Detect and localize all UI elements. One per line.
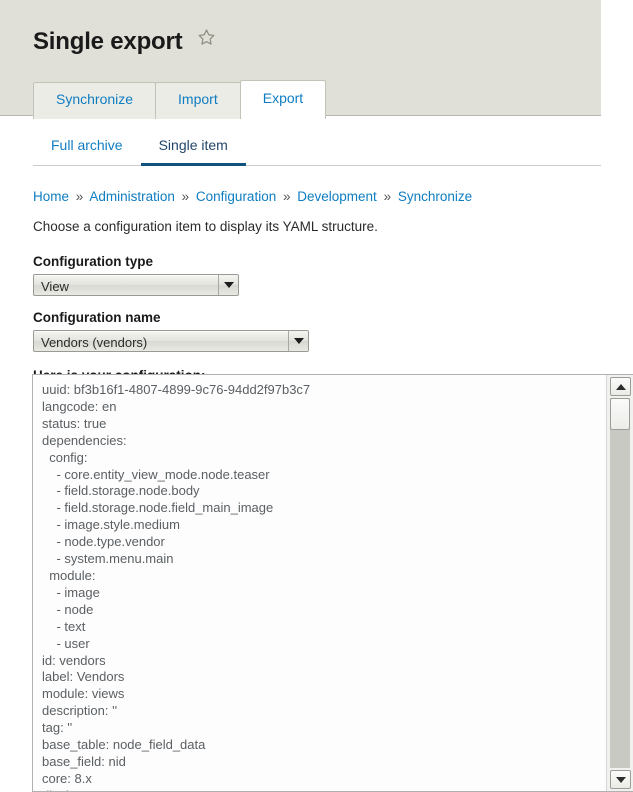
yaml-textarea[interactable]: uuid: bf3b16f1-4807-4899-9c76-94dd2f97b3…: [33, 375, 606, 791]
yaml-textarea-wrapper: uuid: bf3b16f1-4807-4899-9c76-94dd2f97b3…: [32, 374, 633, 792]
breadcrumb-item-development[interactable]: Development: [297, 189, 377, 204]
secondary-tab-bar: Full archive Single item: [33, 133, 601, 166]
intro-text: Choose a configuration item to display i…: [33, 219, 378, 234]
config-type-label: Configuration type: [33, 254, 153, 269]
scrollbar-track[interactable]: [610, 398, 630, 768]
page-title-text: Single export: [33, 28, 183, 55]
scrollbar-thumb[interactable]: [610, 398, 630, 430]
main-content: Home » Administration » Configuration » …: [33, 188, 603, 389]
tab-export[interactable]: Export: [239, 80, 327, 119]
breadcrumb-item-configuration[interactable]: Configuration: [196, 189, 276, 204]
breadcrumb-separator: »: [75, 189, 84, 204]
config-name-label: Configuration name: [33, 310, 161, 325]
tab-import[interactable]: Import: [155, 82, 241, 119]
breadcrumb-separator: »: [282, 189, 291, 204]
tab-full-archive[interactable]: Full archive: [33, 133, 141, 166]
page-title: Single export: [33, 28, 216, 56]
breadcrumb-separator: »: [181, 189, 190, 204]
config-name-value: Vendors (vendors): [41, 335, 148, 350]
config-name-field-group: Configuration name Vendors (vendors): [33, 310, 603, 352]
breadcrumb-separator: »: [383, 189, 392, 204]
tab-synchronize[interactable]: Synchronize: [33, 82, 157, 119]
scroll-down-arrow-icon[interactable]: [610, 770, 631, 789]
star-outline-icon[interactable]: [197, 28, 216, 52]
yaml-scrollbar[interactable]: [606, 375, 633, 791]
primary-tab-bar: Synchronize Import Export: [33, 80, 327, 119]
chevron-down-icon: [288, 331, 308, 351]
tab-single-item[interactable]: Single item: [140, 133, 246, 166]
config-type-select[interactable]: View: [33, 274, 239, 296]
config-name-select[interactable]: Vendors (vendors): [33, 330, 309, 352]
chevron-down-icon: [218, 275, 238, 295]
breadcrumb-item-synchronize[interactable]: Synchronize: [398, 189, 472, 204]
scroll-up-arrow-icon[interactable]: [610, 377, 631, 396]
breadcrumb: Home » Administration » Configuration » …: [33, 188, 603, 206]
breadcrumb-item-home[interactable]: Home: [33, 189, 69, 204]
breadcrumb-item-administration[interactable]: Administration: [89, 189, 175, 204]
config-type-value: View: [41, 279, 69, 294]
config-type-field-group: Configuration type View: [33, 254, 603, 296]
